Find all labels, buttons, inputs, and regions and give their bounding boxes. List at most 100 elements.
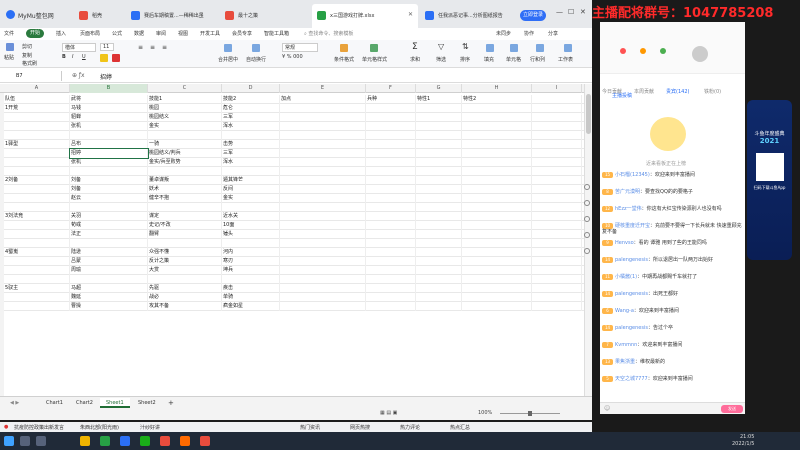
cell[interactable] [416, 257, 462, 266]
cell[interactable] [280, 257, 366, 266]
side-tool-icon[interactable] [584, 200, 590, 206]
heart-icon[interactable] [620, 48, 626, 54]
cell[interactable] [280, 203, 366, 212]
name-box[interactable]: B7 [2, 71, 62, 81]
cell[interactable]: 周瑜 [70, 266, 148, 275]
cell[interactable] [416, 221, 462, 230]
app-icon[interactable] [200, 436, 210, 446]
cell-area[interactable]: 队伍 武将 技能1 技能2 加点 兵种 特性1 特性2 1开荒 马钱 桃园 危仑 貂蝉 桃园结义 三军 张机金… [4, 93, 584, 396]
cell[interactable] [4, 131, 70, 140]
cell[interactable] [70, 131, 148, 140]
cell[interactable] [222, 167, 280, 176]
cell[interactable] [280, 122, 366, 131]
browser-tab[interactable]: 稻壳 [74, 4, 124, 28]
cell[interactable] [222, 131, 280, 140]
cell[interactable] [416, 122, 462, 131]
chat-username[interactable]: 硬核重度迁开宝 [615, 223, 650, 229]
cell[interactable] [416, 194, 462, 203]
cell[interactable] [222, 239, 280, 248]
cell[interactable] [70, 167, 148, 176]
align-right-icon[interactable]: ≡ [162, 44, 167, 51]
cell[interactable] [532, 212, 582, 221]
news-item[interactable]: 朱西北部(阳光雨) [80, 424, 119, 431]
cell[interactable] [4, 221, 70, 230]
menu-item-review[interactable]: 审阅 [156, 30, 166, 37]
column-header[interactable]: E [280, 84, 366, 93]
clock-time[interactable]: 21:05 [740, 434, 754, 440]
fx-icon[interactable]: ⊕ ƒx [72, 72, 85, 79]
cell[interactable]: 妖术 [148, 185, 222, 194]
cell[interactable] [148, 131, 222, 140]
cell[interactable] [416, 239, 462, 248]
sum-icon[interactable]: Σ [412, 42, 418, 52]
cell[interactable] [4, 167, 70, 176]
promo-panel[interactable]: 斗鱼年度盛典 2021 扫码下载斗鱼App [747, 100, 792, 260]
cell[interactable] [366, 275, 416, 284]
cell[interactable]: 3刘法竞 [4, 212, 70, 221]
cell[interactable] [416, 248, 462, 257]
cell[interactable] [4, 122, 70, 131]
cell[interactable]: 桃园结义/判兵 [148, 149, 222, 158]
cell[interactable] [280, 293, 366, 302]
chat-username[interactable]: Wang-a [615, 308, 634, 314]
active-cell[interactable]: 招婷 [69, 148, 149, 159]
cell[interactable] [280, 221, 366, 230]
cell[interactable] [4, 302, 70, 311]
column-header[interactable]: I [532, 84, 582, 93]
tab-week-contribution[interactable]: 本周贡献 [634, 88, 654, 95]
cell[interactable] [366, 113, 416, 122]
cell[interactable]: 马钱 [70, 104, 148, 113]
cell[interactable]: 1驿型 [4, 140, 70, 149]
cell[interactable] [416, 167, 462, 176]
cell[interactable]: 兵种 [366, 95, 416, 104]
chat-username[interactable]: 天空之城7777 [615, 376, 648, 382]
browser-tab[interactable]: 赛后车期稿置...—稀稀出虽 [126, 4, 218, 28]
cell[interactable]: 法正 [70, 230, 148, 239]
cell[interactable] [462, 212, 532, 221]
vertical-scrollbar[interactable] [584, 84, 592, 396]
cell[interactable] [416, 293, 462, 302]
cell[interactable]: 马超 [70, 284, 148, 293]
cell[interactable] [462, 293, 532, 302]
column-header[interactable]: D [222, 84, 280, 93]
cell[interactable]: 寒刃 [222, 257, 280, 266]
cell[interactable] [416, 230, 462, 239]
cell[interactable] [280, 194, 366, 203]
side-tool-icon[interactable] [584, 184, 590, 190]
cell[interactable] [462, 257, 532, 266]
cell[interactable] [4, 230, 70, 239]
cell[interactable] [280, 140, 366, 149]
cell[interactable] [148, 239, 222, 248]
cell[interactable] [462, 122, 532, 131]
cell[interactable] [4, 149, 70, 158]
menu-item-developer[interactable]: 开发工具 [200, 30, 220, 37]
close-icon[interactable]: ✕ [408, 11, 413, 18]
cell[interactable]: 4蜀嵬 [4, 248, 70, 257]
cell[interactable]: 遁其锋芒 [222, 176, 280, 185]
cell[interactable] [532, 275, 582, 284]
side-tool-icon[interactable] [584, 232, 590, 238]
stream-app-icon[interactable] [180, 436, 190, 446]
cell[interactable] [280, 113, 366, 122]
news-item[interactable]: 热力评论 [400, 424, 420, 431]
cell-style-icon[interactable] [370, 44, 378, 52]
chat-username[interactable]: 苦广元漠明 [615, 189, 640, 195]
cell[interactable]: 荀彧 [70, 221, 148, 230]
cell[interactable] [280, 266, 366, 275]
cell[interactable] [532, 239, 582, 248]
cell[interactable] [416, 266, 462, 275]
sheet-tab[interactable]: Sheet2 [132, 398, 162, 408]
cell[interactable] [148, 203, 222, 212]
cell[interactable]: 陆逊 [70, 248, 148, 257]
menu-item-home[interactable]: 开始 [26, 29, 45, 38]
cell[interactable] [462, 104, 532, 113]
cell[interactable] [462, 203, 532, 212]
cell[interactable] [222, 203, 280, 212]
file-explorer-icon[interactable] [80, 436, 90, 446]
search-icon[interactable] [20, 436, 30, 446]
cell[interactable] [462, 275, 532, 284]
cell[interactable] [280, 176, 366, 185]
cell[interactable]: 10面 [222, 221, 280, 230]
cell[interactable] [366, 176, 416, 185]
row-col-icon[interactable] [536, 44, 544, 52]
